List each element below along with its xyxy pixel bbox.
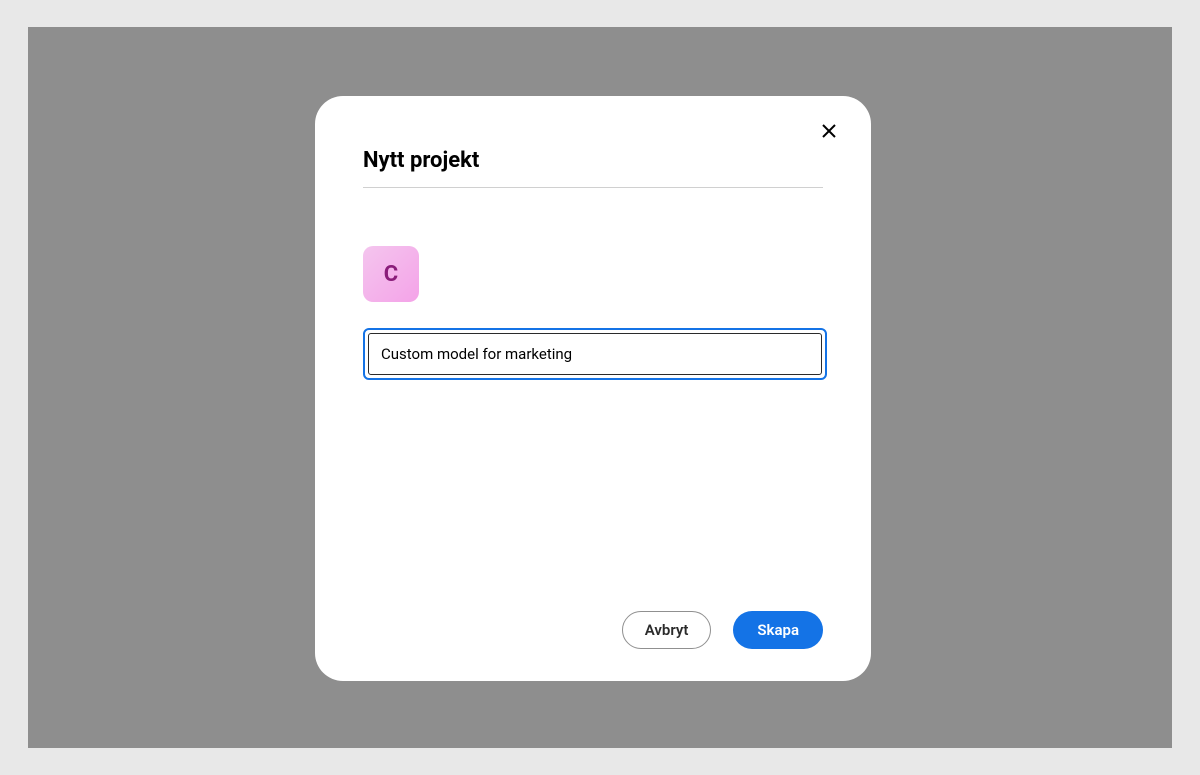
- create-button[interactable]: Skapa: [733, 611, 823, 649]
- project-icon-letter: C: [384, 262, 398, 287]
- close-button[interactable]: [817, 118, 841, 146]
- new-project-modal: Nytt projekt C Avbryt Skapa: [315, 96, 871, 681]
- title-divider: [363, 187, 823, 188]
- modal-footer: Avbryt Skapa: [363, 611, 823, 649]
- close-icon: [821, 120, 837, 144]
- cancel-button[interactable]: Avbryt: [622, 611, 712, 649]
- name-input-focus-ring: [363, 328, 827, 380]
- project-name-input[interactable]: [368, 333, 822, 375]
- modal-backdrop: Nytt projekt C Avbryt Skapa: [28, 27, 1172, 748]
- project-icon: C: [363, 246, 419, 302]
- modal-title: Nytt projekt: [363, 148, 823, 173]
